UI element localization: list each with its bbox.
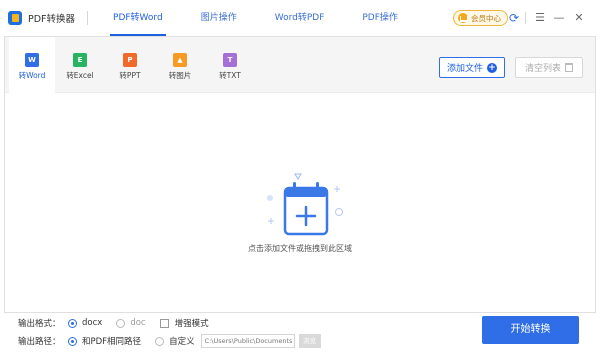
radio-doc[interactable] [116, 318, 126, 328]
close-icon[interactable]: ✕ [572, 11, 586, 25]
format-label: 转TXT [219, 71, 241, 80]
radio-custom-path[interactable] [155, 336, 165, 346]
crown-icon [458, 13, 468, 23]
tab-word-to-pdf[interactable]: Word转PDF [256, 0, 344, 36]
output-format-label: 输出格式： [18, 319, 61, 329]
enhanced-mode-label: 增强模式 [174, 319, 209, 329]
excel-icon: E [73, 53, 87, 67]
enhanced-mode-checkbox[interactable] [159, 318, 169, 328]
refresh-icon[interactable]: ⟳ [507, 11, 521, 25]
radio-same-path[interactable] [68, 336, 77, 346]
main-panel: W 转Word E 转Excel P 转PPT ▲ 转图片 T 转TXT 添加文… [4, 36, 596, 313]
app-title: PDF转换器 [28, 14, 76, 25]
add-file-button[interactable]: 添加文件 + [439, 57, 505, 78]
top-nav: PDF转Word 图片操作 Word转PDF PDF操作 [94, 0, 417, 36]
format-tab-txt[interactable]: T 转TXT [207, 37, 253, 93]
drop-hint: 点击添加文件或拖拽到此区域 [248, 244, 352, 253]
docx-label: docx [82, 318, 103, 328]
output-format-row: 输出格式： docx doc 增强模式 [18, 315, 223, 331]
start-convert-button[interactable]: 开始转换 [482, 316, 579, 344]
txt-icon: T [223, 53, 237, 67]
calendar-add-icon [267, 173, 343, 236]
format-label: 转图片 [168, 71, 192, 80]
ppt-icon: P [123, 53, 137, 67]
drop-zone[interactable]: 点击添加文件或拖拽到此区域 [5, 94, 595, 312]
format-strip: W 转Word E 转Excel P 转PPT ▲ 转图片 T 转TXT 添加文… [5, 37, 595, 93]
image-icon: ▲ [173, 53, 187, 67]
path-input[interactable]: C:\Users\Public\Documents [200, 334, 295, 348]
clear-list-button[interactable]: 清空列表 [515, 57, 583, 78]
word-icon: W [25, 53, 39, 67]
vip-label: 会员中心 [471, 13, 501, 23]
clear-list-label: 清空列表 [524, 64, 561, 74]
format-tab-image[interactable]: ▲ 转图片 [157, 37, 203, 93]
app-logo-icon [8, 11, 22, 25]
format-label: 转PPT [119, 71, 141, 80]
tab-image-ops[interactable]: 图片操作 [182, 0, 256, 36]
trash-icon [565, 63, 573, 72]
titlebar-separator [525, 12, 526, 24]
title-divider [87, 11, 89, 25]
menu-icon[interactable]: ☰ [533, 11, 547, 25]
output-path-label: 输出路径： [18, 337, 61, 347]
custom-path-label: 自定义 [169, 337, 195, 347]
browse-button[interactable]: 浏览 [298, 334, 321, 348]
tab-pdf-to-word[interactable]: PDF转Word [94, 0, 182, 36]
radio-docx[interactable] [68, 318, 77, 328]
format-tab-excel[interactable]: E 转Excel [57, 37, 103, 93]
minimize-icon[interactable]: — [552, 11, 566, 25]
format-label: 转Excel [66, 71, 94, 80]
format-tab-ppt[interactable]: P 转PPT [107, 37, 153, 93]
output-path-row: 输出路径： 和PDF相同路径 自定义 C:\Users\Public\Docum… [18, 333, 321, 349]
doc-label: doc [130, 318, 146, 328]
vip-center-button[interactable]: 会员中心 [453, 10, 508, 26]
tab-pdf-ops[interactable]: PDF操作 [343, 0, 417, 36]
plus-circle-icon: + [487, 62, 497, 73]
add-file-label: 添加文件 [446, 64, 483, 74]
same-path-label: 和PDF相同路径 [82, 337, 142, 347]
format-tab-word[interactable]: W 转Word [9, 37, 55, 93]
format-label: 转Word [18, 71, 46, 80]
